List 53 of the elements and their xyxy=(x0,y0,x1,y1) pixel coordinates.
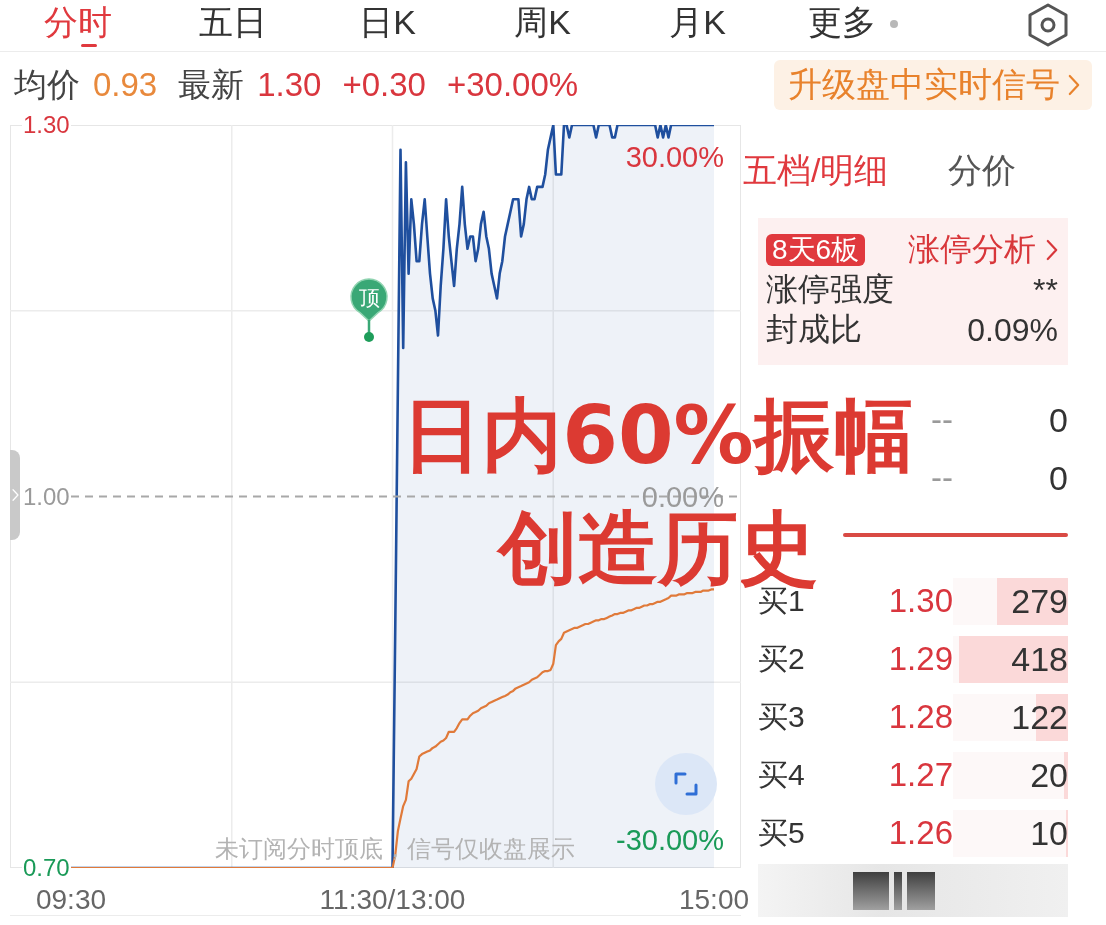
order-volume: 0 xyxy=(1049,402,1068,438)
chart-tab[interactable]: 五日 xyxy=(155,0,310,51)
order-volume: 122 xyxy=(1011,699,1068,735)
hexagon-icon[interactable] xyxy=(1026,3,1070,47)
order-book-tab[interactable]: 五档/明细 xyxy=(743,148,889,192)
order-book-tab[interactable]: 分价 xyxy=(948,148,1017,192)
chevron-right-icon xyxy=(11,487,19,503)
order-price: 1.28 xyxy=(887,699,953,735)
overlay-caption: 日内60%振幅 xyxy=(402,398,914,474)
panel-handle[interactable] xyxy=(10,450,20,540)
quote-value: 1.30 xyxy=(257,66,322,104)
order-level-label: 买5 xyxy=(758,819,806,847)
limit-up-analysis-link[interactable]: 涨停分析 xyxy=(908,228,1058,272)
order-volume: 20 xyxy=(1030,757,1068,793)
order-price: 1.29 xyxy=(887,641,953,677)
order-price: 1.30 xyxy=(887,583,953,619)
order-level-label: 买3 xyxy=(758,703,806,731)
dropdown-dot-icon xyxy=(889,20,898,28)
streak-badge: 8天6板 xyxy=(766,234,866,266)
order-price: 1.27 xyxy=(887,757,953,793)
stat-value: 0.09% xyxy=(967,311,1058,349)
time-axis-label: 15:00 xyxy=(678,884,750,916)
chart-tab[interactable]: 周K xyxy=(465,0,620,51)
order-volume: 10 xyxy=(1030,815,1068,851)
order-level-label: 买2 xyxy=(758,645,806,673)
stat-label: 涨停强度 xyxy=(766,270,894,309)
order-price: 1.26 xyxy=(887,815,953,851)
stat-value: ** xyxy=(1033,271,1058,309)
fullscreen-icon xyxy=(673,771,699,797)
annotation: 顶 xyxy=(358,286,379,309)
time-axis-label: 11:30/13:00 xyxy=(319,884,466,916)
order-price: -- xyxy=(930,460,953,496)
chart-tab[interactable]: 月K xyxy=(620,0,775,51)
chevron-right-icon xyxy=(1068,73,1080,97)
chart-tab[interactable]: 日K xyxy=(310,0,465,51)
time-axis-label: 09:30 xyxy=(35,884,107,916)
order-volume: 279 xyxy=(1011,583,1068,619)
percent-axis-label: 30.00% xyxy=(625,143,724,171)
chart-tab[interactable]: 更多 xyxy=(775,0,930,51)
stat-label: 封成比 xyxy=(766,310,862,349)
order-volume: 0 xyxy=(1049,460,1068,496)
order-volume: 418 xyxy=(1011,641,1068,677)
quote-value: +0.30 xyxy=(342,66,426,104)
percent-axis-label: -30.00% xyxy=(616,826,724,854)
order-level-label: 买4 xyxy=(758,761,806,789)
chart-notice: 未订阅分时顶底，信号仅收盘展示 xyxy=(214,835,575,863)
quote-label: 最新 xyxy=(178,64,245,105)
order-price: -- xyxy=(930,402,953,438)
quote-value: +30.00% xyxy=(446,66,579,104)
quote-value: 0.93 xyxy=(93,66,158,104)
chart-tab[interactable]: 分时 xyxy=(0,0,155,51)
quote-label: 均价 xyxy=(14,64,80,105)
chevron-right-icon xyxy=(1046,239,1058,261)
